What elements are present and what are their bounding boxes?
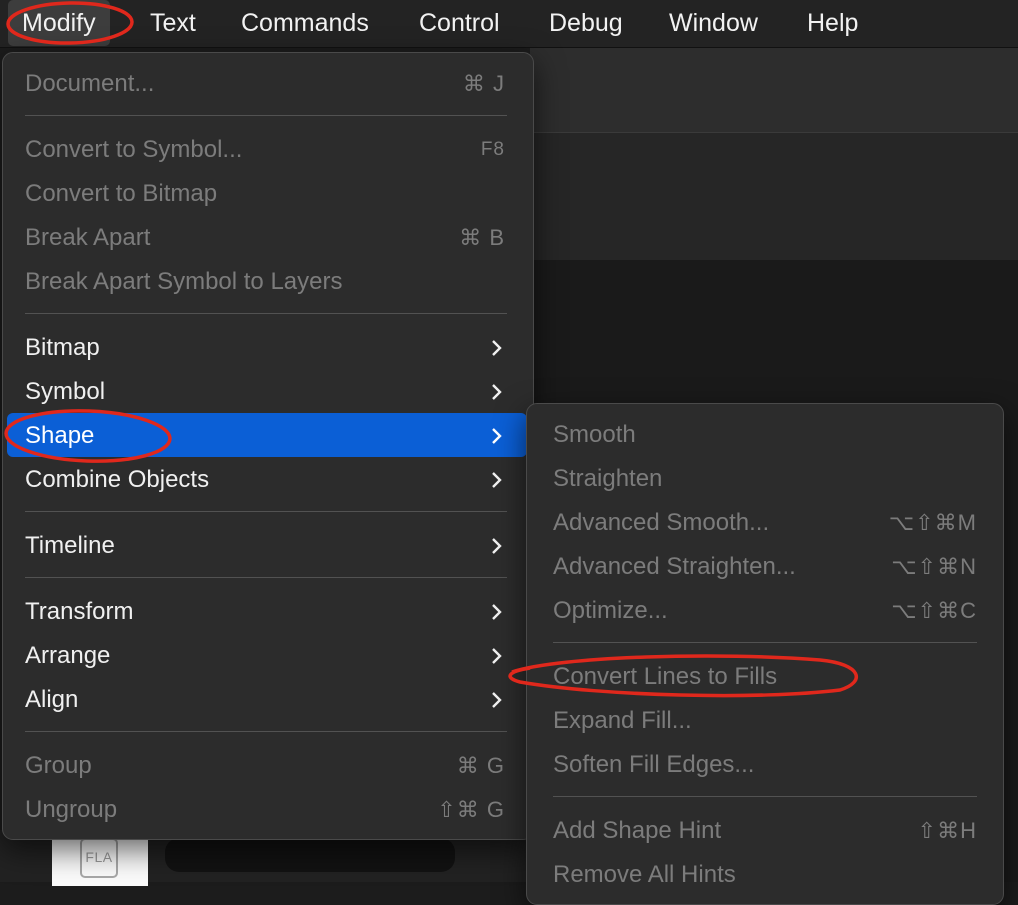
menu-item-label: Ungroup — [25, 796, 118, 823]
separator — [553, 796, 977, 797]
separator — [25, 731, 507, 732]
menu-item-shortcut: ⌘ B — [459, 225, 505, 250]
menu-item-convert-lines-to-fills[interactable]: Convert Lines to Fills — [553, 655, 977, 699]
menu-item-label: Break Apart Symbol to Layers — [25, 268, 343, 295]
menu-item-add-shape-hint[interactable]: Add Shape Hint ⇧⌘H — [553, 809, 977, 853]
menu-control[interactable]: Control — [405, 0, 514, 47]
menu-item-group[interactable]: Group ⌘ G — [25, 744, 505, 788]
menu-item-shortcut: ⌥⇧⌘C — [891, 598, 977, 623]
menu-item-shortcut: ⇧⌘ G — [437, 797, 505, 822]
chevron-right-icon — [492, 538, 502, 554]
chevron-right-icon — [492, 340, 502, 356]
menu-item-label: Transform — [25, 598, 134, 625]
menu-item-label: Arrange — [25, 642, 111, 669]
fla-file-icon[interactable]: FLA — [80, 838, 118, 878]
chevron-right-icon — [492, 648, 502, 664]
chevron-right-icon — [492, 604, 502, 620]
menu-item-shortcut: ⌘ G — [456, 753, 505, 778]
menu-item-combine-objects[interactable]: Combine Objects — [25, 458, 505, 502]
menu-item-ungroup[interactable]: Ungroup ⇧⌘ G — [25, 788, 505, 832]
menu-item-label: Timeline — [25, 532, 115, 559]
menu-item-label: Remove All Hints — [553, 861, 736, 888]
menu-commands[interactable]: Commands — [227, 0, 383, 47]
menu-item-label: Align — [25, 686, 79, 713]
menu-help[interactable]: Help — [793, 0, 872, 47]
menu-item-label: Convert Lines to Fills — [553, 663, 778, 690]
menu-item-label: Expand Fill... — [553, 707, 692, 734]
menu-item-label: Shape — [25, 422, 95, 449]
menu-item-shortcut: ⌥⇧⌘N — [891, 554, 977, 579]
menu-item-label: Optimize... — [553, 597, 668, 624]
separator — [553, 642, 977, 643]
menu-item-align[interactable]: Align — [25, 678, 505, 722]
menu-item-shortcut: ⇧⌘H — [917, 818, 977, 843]
menu-item-expand-fill[interactable]: Expand Fill... — [553, 699, 977, 743]
menu-item-transform[interactable]: Transform — [25, 590, 505, 634]
menu-item-straighten[interactable]: Straighten — [553, 457, 977, 501]
menu-item-shortcut: ⌥⇧⌘M — [888, 510, 977, 535]
menu-item-label: Straighten — [553, 465, 663, 492]
chevron-right-icon — [492, 384, 502, 400]
chevron-right-icon — [492, 692, 502, 708]
menu-bar: Modify Text Commands Control Debug Windo… — [0, 0, 1018, 48]
menu-item-optimize[interactable]: Optimize... ⌥⇧⌘C — [553, 589, 977, 633]
menu-item-timeline[interactable]: Timeline — [25, 524, 505, 568]
menu-item-label: Bitmap — [25, 334, 100, 361]
menu-item-label: Convert to Bitmap — [25, 180, 218, 207]
menu-item-label: Advanced Smooth... — [553, 509, 770, 536]
menu-item-soften-fill-edges[interactable]: Soften Fill Edges... — [553, 743, 977, 787]
menu-item-label: Smooth — [553, 421, 636, 448]
separator — [25, 511, 507, 512]
separator — [25, 115, 507, 116]
menu-item-document[interactable]: Document... ⌘ J — [25, 62, 505, 106]
menu-item-break-apart-symbol-to-layers[interactable]: Break Apart Symbol to Layers — [25, 260, 505, 304]
menu-item-label: Convert to Symbol... — [25, 136, 243, 163]
shape-submenu: Smooth Straighten Advanced Smooth... ⌥⇧⌘… — [526, 403, 1004, 905]
menu-item-remove-all-hints[interactable]: Remove All Hints — [553, 853, 977, 897]
menu-item-convert-to-symbol[interactable]: Convert to Symbol... F8 — [25, 128, 505, 172]
menu-item-shape[interactable]: Shape — [25, 414, 505, 458]
menu-item-label: Soften Fill Edges... — [553, 751, 755, 778]
menu-text[interactable]: Text — [136, 0, 210, 47]
menu-item-label: Combine Objects — [25, 466, 210, 493]
panel-area — [530, 133, 1018, 260]
menu-item-bitmap[interactable]: Bitmap — [25, 326, 505, 370]
menu-debug[interactable]: Debug — [535, 0, 637, 47]
modify-menu: Document... ⌘ J Convert to Symbol... F8 … — [2, 52, 534, 840]
menu-item-label: Add Shape Hint — [553, 817, 722, 844]
menu-item-label: Symbol — [25, 378, 106, 405]
menu-item-advanced-smooth[interactable]: Advanced Smooth... ⌥⇧⌘M — [553, 501, 977, 545]
separator — [25, 577, 507, 578]
chevron-right-icon — [492, 428, 502, 444]
separator — [25, 313, 507, 314]
menu-item-label: Document... — [25, 70, 155, 97]
menu-item-advanced-straighten[interactable]: Advanced Straighten... ⌥⇧⌘N — [553, 545, 977, 589]
menu-item-smooth[interactable]: Smooth — [553, 413, 977, 457]
menu-item-label: Break Apart — [25, 224, 151, 251]
menu-item-convert-to-bitmap[interactable]: Convert to Bitmap — [25, 172, 505, 216]
menu-item-symbol[interactable]: Symbol — [25, 370, 505, 414]
menu-item-shortcut: F8 — [480, 139, 505, 160]
menu-item-label: Advanced Straighten... — [553, 553, 796, 580]
toolbar-area — [530, 48, 1018, 133]
menu-modify[interactable]: Modify — [8, 0, 110, 46]
menu-item-label: Group — [25, 752, 92, 779]
redacted-filename — [165, 838, 455, 872]
menu-item-shortcut: ⌘ J — [462, 71, 505, 96]
menu-item-break-apart[interactable]: Break Apart ⌘ B — [25, 216, 505, 260]
menu-window[interactable]: Window — [655, 0, 772, 47]
chevron-right-icon — [492, 472, 502, 488]
menu-item-arrange[interactable]: Arrange — [25, 634, 505, 678]
